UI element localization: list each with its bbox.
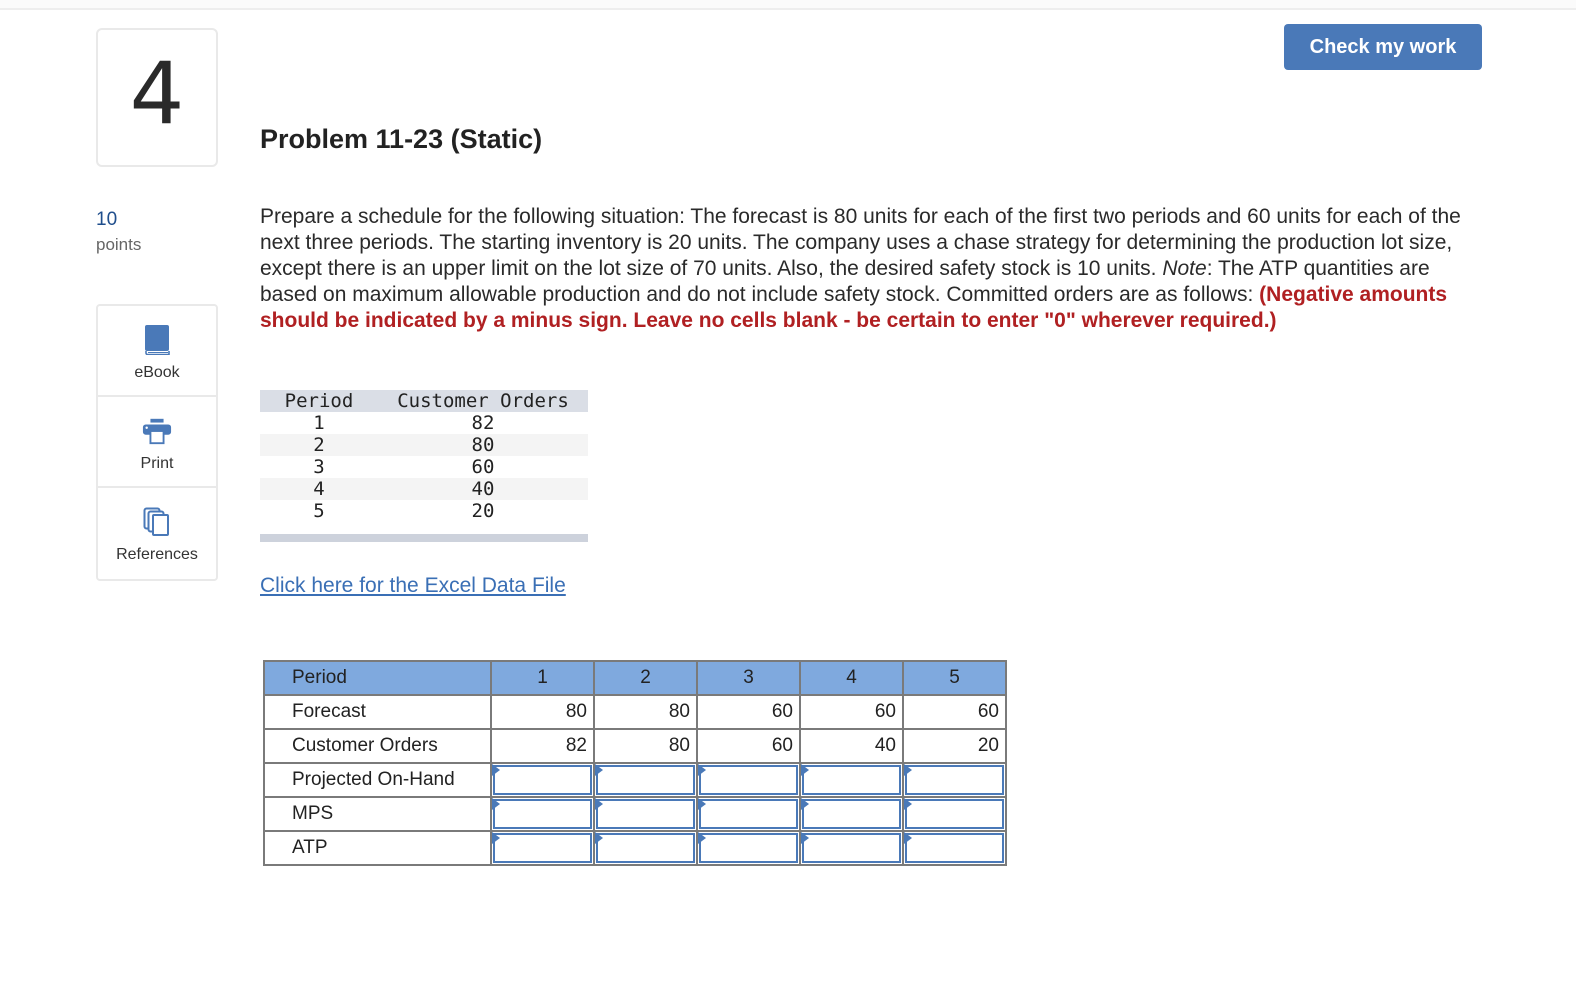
input-flag-icon: [698, 798, 706, 810]
mps-input[interactable]: [804, 801, 899, 827]
forecast-cell: 60: [696, 694, 801, 730]
print-label: Print: [140, 455, 174, 472]
atp-label: ATP: [263, 830, 492, 866]
orders-value-cell: 82: [471, 412, 495, 434]
forecast-cell: 60: [902, 694, 1007, 730]
atp-input[interactable]: [804, 835, 899, 861]
copy-stack-icon: [142, 506, 172, 538]
customer-orders-cell: 80: [593, 728, 698, 764]
tools-panel: eBook Print References: [96, 304, 218, 581]
input-flag-icon: [904, 764, 912, 776]
projected-on-hand-input[interactable]: [907, 767, 1002, 793]
points-label: points: [96, 235, 142, 254]
input-flag-icon: [492, 832, 500, 844]
excel-data-file-link[interactable]: Click here for the Excel Data File: [260, 574, 566, 598]
table-row: 3 60: [260, 456, 588, 478]
customer-orders-cell: 60: [696, 728, 801, 764]
customer-orders-cell: 20: [902, 728, 1007, 764]
forecast-cell: 80: [490, 694, 595, 730]
orders-value-cell: 40: [471, 478, 495, 500]
ebook-label: eBook: [134, 364, 180, 381]
input-flag-icon: [492, 764, 500, 776]
projected-on-hand-row: Projected On-Hand: [263, 762, 1007, 798]
period-header: 5: [902, 660, 1007, 696]
input-flag-icon: [595, 798, 603, 810]
orders-value-cell: 20: [471, 500, 495, 522]
table-row: 2 80: [260, 434, 588, 456]
mps-input[interactable]: [907, 801, 1002, 827]
orders-period-cell: 2: [313, 434, 325, 456]
table-row: 4 40: [260, 478, 588, 500]
input-flag-icon: [801, 764, 809, 776]
mps-input[interactable]: [598, 801, 693, 827]
printer-icon: [142, 415, 172, 447]
problem-prompt: Prepare a schedule for the following sit…: [260, 204, 1475, 334]
period-header: 4: [799, 660, 904, 696]
mps-schedule-table: Period 1 2 3 4 5 Forecast 80 80 60 60 60…: [263, 660, 1007, 866]
atp-input[interactable]: [907, 835, 1002, 861]
atp-input[interactable]: [701, 835, 796, 861]
orders-period-cell: 5: [313, 500, 325, 522]
projected-on-hand-label: Projected On-Hand: [263, 762, 492, 798]
mps-row: MPS: [263, 796, 1007, 832]
problem-title: Problem 11-23 (Static): [260, 124, 543, 154]
input-flag-icon: [698, 832, 706, 844]
customer-orders-table: Period Customer Orders 1 82 2 80 3 60 4 …: [260, 390, 588, 542]
orders-header-period: Period: [284, 390, 354, 412]
input-flag-icon: [801, 798, 809, 810]
atp-input[interactable]: [598, 835, 693, 861]
print-button[interactable]: Print: [98, 397, 216, 488]
orders-table-header: Period Customer Orders: [260, 390, 588, 412]
period-header: 3: [696, 660, 801, 696]
mps-label: MPS: [263, 796, 492, 832]
input-flag-icon: [595, 764, 603, 776]
question-number-box: 4: [96, 28, 218, 167]
mps-input[interactable]: [495, 801, 590, 827]
orders-header-customer-orders: Customer Orders: [397, 390, 569, 412]
forecast-cell: 60: [799, 694, 904, 730]
prompt-note-label: Note: [1162, 257, 1207, 280]
customer-orders-cell: 40: [799, 728, 904, 764]
mps-input[interactable]: [701, 801, 796, 827]
references-label: References: [116, 546, 198, 563]
projected-on-hand-input[interactable]: [495, 767, 590, 793]
projected-on-hand-input[interactable]: [804, 767, 899, 793]
orders-period-cell: 1: [313, 412, 325, 434]
period-header: 1: [490, 660, 595, 696]
customer-orders-cell: 82: [490, 728, 595, 764]
table-row: 1 82: [260, 412, 588, 434]
forecast-label: Forecast: [263, 694, 492, 730]
ebook-button[interactable]: eBook: [98, 306, 216, 397]
atp-input[interactable]: [495, 835, 590, 861]
orders-value-cell: 80: [471, 434, 495, 456]
input-flag-icon: [492, 798, 500, 810]
orders-period-cell: 3: [313, 456, 325, 478]
orders-period-cell: 4: [313, 478, 325, 500]
period-header: 2: [593, 660, 698, 696]
input-flag-icon: [904, 832, 912, 844]
projected-on-hand-input[interactable]: [598, 767, 693, 793]
projected-on-hand-input[interactable]: [701, 767, 796, 793]
question-number: 4: [129, 43, 185, 144]
input-flag-icon: [904, 798, 912, 810]
atp-row: ATP: [263, 830, 1007, 866]
book-icon: [142, 324, 172, 356]
input-flag-icon: [801, 832, 809, 844]
schedule-header-label: Period: [263, 660, 492, 696]
customer-orders-label: Customer Orders: [263, 728, 492, 764]
orders-value-cell: 60: [471, 456, 495, 478]
orders-table-footer-bar: [260, 534, 588, 542]
references-button[interactable]: References: [98, 488, 216, 579]
top-bar: [0, 0, 1576, 10]
schedule-header-row: Period 1 2 3 4 5: [263, 660, 1007, 696]
points-value: 10: [96, 209, 118, 230]
forecast-cell: 80: [593, 694, 698, 730]
check-my-work-button[interactable]: Check my work: [1284, 24, 1482, 70]
input-flag-icon: [595, 832, 603, 844]
customer-orders-row: Customer Orders 82 80 60 40 20: [263, 728, 1007, 764]
forecast-row: Forecast 80 80 60 60 60: [263, 694, 1007, 730]
input-flag-icon: [698, 764, 706, 776]
table-row: 5 20: [260, 500, 588, 522]
